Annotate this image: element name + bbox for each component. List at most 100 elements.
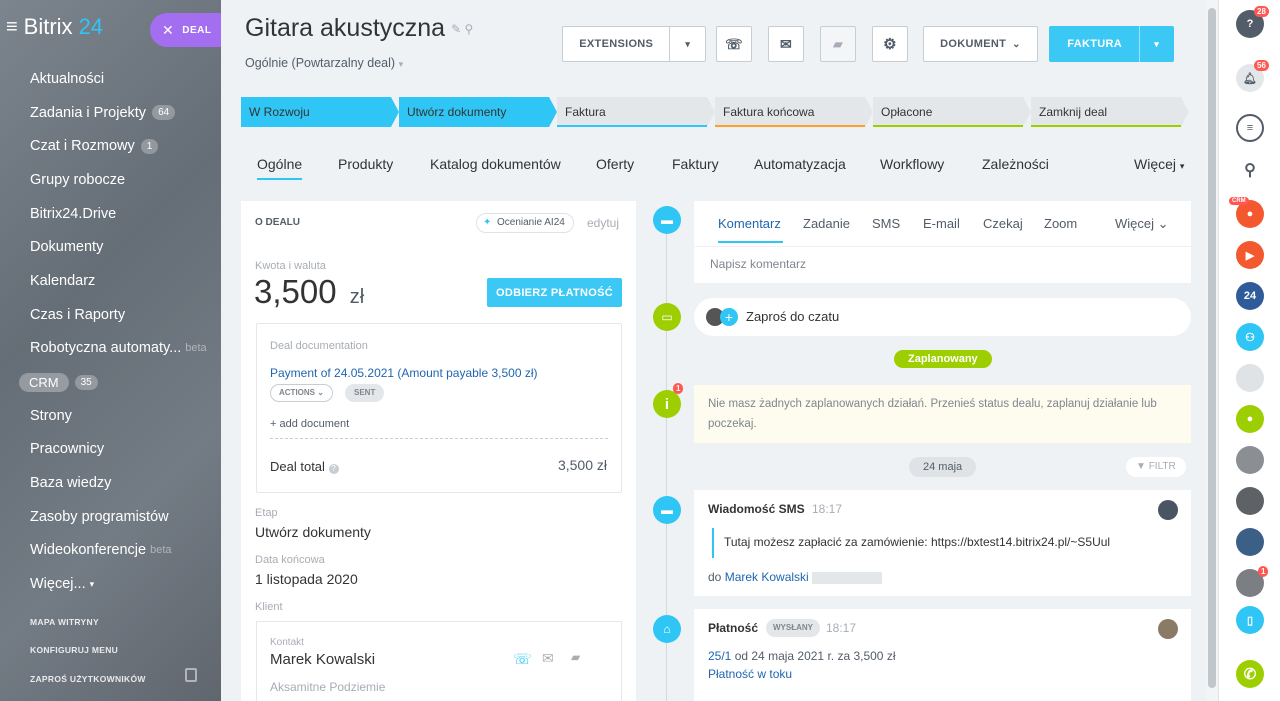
tl-tab-email[interactable]: E-mail: [923, 216, 960, 231]
tl-tab-sms[interactable]: SMS: [872, 216, 900, 231]
extensions-button[interactable]: EXTENSIONS ▾: [562, 26, 706, 62]
configure-menu-link[interactable]: KONFIGURUJ MENU: [30, 645, 118, 655]
chat-button[interactable]: ▰: [820, 26, 856, 62]
phone-call-icon[interactable]: ✆: [1236, 660, 1264, 688]
sidebar-item-dokumenty[interactable]: Dokumenty: [30, 230, 220, 264]
stage-6[interactable]: Zamknij deal: [1031, 97, 1189, 127]
sms-title: Wiadomość SMS: [708, 502, 805, 516]
sidebar-item-zasoby[interactable]: Zasoby programistów: [30, 500, 220, 534]
sidebar-item-drive[interactable]: Bitrix24.Drive: [30, 197, 220, 231]
contact-name[interactable]: Marek Kowalski: [270, 651, 375, 668]
close-icon[interactable]: ✕: [162, 22, 174, 39]
no-actions-notice: Nie masz żadnych zaplanowanych działań. …: [694, 385, 1191, 443]
sidebar-item-zadania[interactable]: Zadania i Projekty 64: [30, 96, 220, 130]
settings-button[interactable]: ⚙: [872, 26, 908, 62]
beta-label: beta: [150, 544, 172, 557]
sidebar-item-crm[interactable]: CRM 35: [19, 365, 220, 399]
user-icon[interactable]: ●: [1236, 405, 1264, 433]
deal-title[interactable]: Gitara akustyczna: [245, 14, 445, 43]
tab-bar: Ogólne Produkty Katalog dokumentów Ofert…: [241, 150, 1191, 186]
comment-input[interactable]: Napisz komentarz: [710, 257, 806, 271]
bitrix24-icon[interactable]: 24: [1236, 282, 1264, 310]
tab-produkty[interactable]: Produkty: [338, 156, 393, 172]
stage-3[interactable]: Faktura: [557, 97, 715, 127]
video-call-icon[interactable]: ▶: [1236, 241, 1264, 269]
tab-ogolne[interactable]: Ogólne: [257, 156, 303, 180]
tl-tab-wiecej[interactable]: Więcej ⌄: [1115, 216, 1169, 232]
sidebar-item-czat[interactable]: Czat i Rozmowy 1: [30, 129, 220, 163]
sidebar-item-strony[interactable]: Strony: [30, 399, 220, 433]
dokument-button[interactable]: DOKUMENT ⌄: [923, 26, 1038, 62]
tab-zaleznosci[interactable]: Zależności: [982, 156, 1049, 172]
stage-4[interactable]: Faktura końcowa: [715, 97, 873, 127]
invite-users-link[interactable]: ZAPROŚ UŻYTKOWNIKÓW: [30, 674, 146, 684]
stage-value: Utwórz dokumenty: [255, 524, 371, 540]
phone-button[interactable]: ☏: [716, 26, 752, 62]
sidebar-item-grupy[interactable]: Grupy robocze: [30, 163, 220, 197]
tl-tab-czekaj[interactable]: Czekaj: [983, 216, 1023, 231]
tab-automatyzacja[interactable]: Automatyzacja: [754, 156, 846, 172]
tab-oferty[interactable]: Oferty: [596, 156, 634, 172]
receive-payment-button[interactable]: ODBIERZ PŁATNOŚĆ: [487, 278, 622, 307]
mobile-icon[interactable]: ▯: [1236, 606, 1264, 634]
payment-status-link[interactable]: Płatność w toku: [708, 667, 792, 681]
stage-5[interactable]: Opłacone: [873, 97, 1031, 127]
phone-icon: ☏: [725, 35, 743, 52]
stage-1[interactable]: W Rozwoju: [241, 97, 399, 127]
sidebar-item-pracownicy[interactable]: Pracownicy: [30, 433, 220, 467]
avatar[interactable]: [1236, 364, 1264, 392]
scrollbar-thumb[interactable]: [1208, 8, 1216, 688]
sitemap-link[interactable]: MAPA WITRYNY: [30, 617, 99, 627]
payment-number-link[interactable]: 25/1: [708, 649, 731, 663]
add-document-link[interactable]: + add document: [270, 418, 349, 430]
main-scrollbar[interactable]: [1206, 0, 1218, 701]
deal-subtitle[interactable]: Ogólnie (Powtarzalny deal) ▾: [245, 56, 403, 70]
stage-2[interactable]: Utwórz dokumenty: [399, 97, 557, 127]
deal-pill-button[interactable]: ✕ DEAL: [150, 13, 222, 47]
avatar[interactable]: [1236, 487, 1264, 515]
sidebar-item-wiecej[interactable]: Więcej... ▾: [30, 567, 220, 601]
search-icon[interactable]: ⚲: [1236, 156, 1264, 184]
phone-icon[interactable]: ☏: [513, 650, 532, 668]
mail-icon[interactable]: ✉: [542, 650, 554, 667]
tab-faktury[interactable]: Faktury: [672, 156, 719, 172]
logo[interactable]: ≡ Bitrix 24: [6, 14, 103, 40]
deal-pill-label: DEAL: [182, 24, 212, 36]
printer-icon[interactable]: [185, 668, 197, 682]
help-icon[interactable]: ?: [328, 464, 339, 474]
sidebar-item-robotyczna[interactable]: Robotyczna automaty... beta: [30, 332, 220, 366]
sms-recipient-link[interactable]: Marek Kowalski: [725, 570, 809, 584]
dokument-label: DOKUMENT: [940, 38, 1007, 50]
tl-tab-komentarz[interactable]: Komentarz: [718, 216, 781, 231]
sidebar-item-baza[interactable]: Baza wiedzy: [30, 466, 220, 500]
sidebar-item-czas[interactable]: Czas i Raporty: [30, 298, 220, 332]
invite-chat-row[interactable]: + Zaproś do czatu: [694, 298, 1191, 336]
edit-pencil-icon[interactable]: ✎ ⚲: [451, 22, 473, 36]
chevron-down-icon[interactable]: ▾: [1139, 26, 1173, 62]
chat-icon[interactable]: ≡: [1236, 114, 1264, 142]
sidebar-item-kalendarz[interactable]: Kalendarz: [30, 264, 220, 298]
sidebar-item-wideo[interactable]: Wideokonferencje beta: [30, 534, 220, 568]
tl-tab-zadanie[interactable]: Zadanie: [803, 216, 850, 231]
avatar[interactable]: [1236, 528, 1264, 556]
tl-tab-zoom[interactable]: Zoom: [1044, 216, 1077, 231]
edit-link[interactable]: edytuj: [587, 216, 619, 230]
actions-dropdown[interactable]: ACTIONS ⌄: [270, 384, 333, 402]
chevron-down-icon[interactable]: ▾: [669, 26, 705, 62]
payment-link[interactable]: Payment of 24.05.2021 (Amount payable 3,…: [270, 366, 538, 380]
chat-icon[interactable]: ▰: [571, 650, 580, 664]
menu-burger-icon[interactable]: ≡: [6, 16, 18, 39]
sidebar-item-label: Strony: [30, 407, 72, 424]
contact-center-icon[interactable]: ⚇: [1236, 323, 1264, 351]
email-button[interactable]: ✉: [768, 26, 804, 62]
deal-total-label: Deal total ?: [270, 459, 339, 474]
tab-katalog[interactable]: Katalog dokumentów: [430, 156, 561, 172]
tab-wiecej[interactable]: Więcej ▾: [1134, 156, 1184, 172]
plus-icon[interactable]: +: [720, 308, 738, 326]
filter-button[interactable]: ▼ FILTR: [1126, 457, 1186, 477]
sidebar-item-aktualnosci[interactable]: Aktualności: [30, 62, 220, 96]
faktura-button[interactable]: FAKTURA ▾: [1049, 26, 1174, 62]
ai-scoring-button[interactable]: ✦ Ocenianie AI24: [476, 213, 574, 233]
tab-workflowy[interactable]: Workflowy: [880, 156, 944, 172]
avatar[interactable]: [1236, 446, 1264, 474]
